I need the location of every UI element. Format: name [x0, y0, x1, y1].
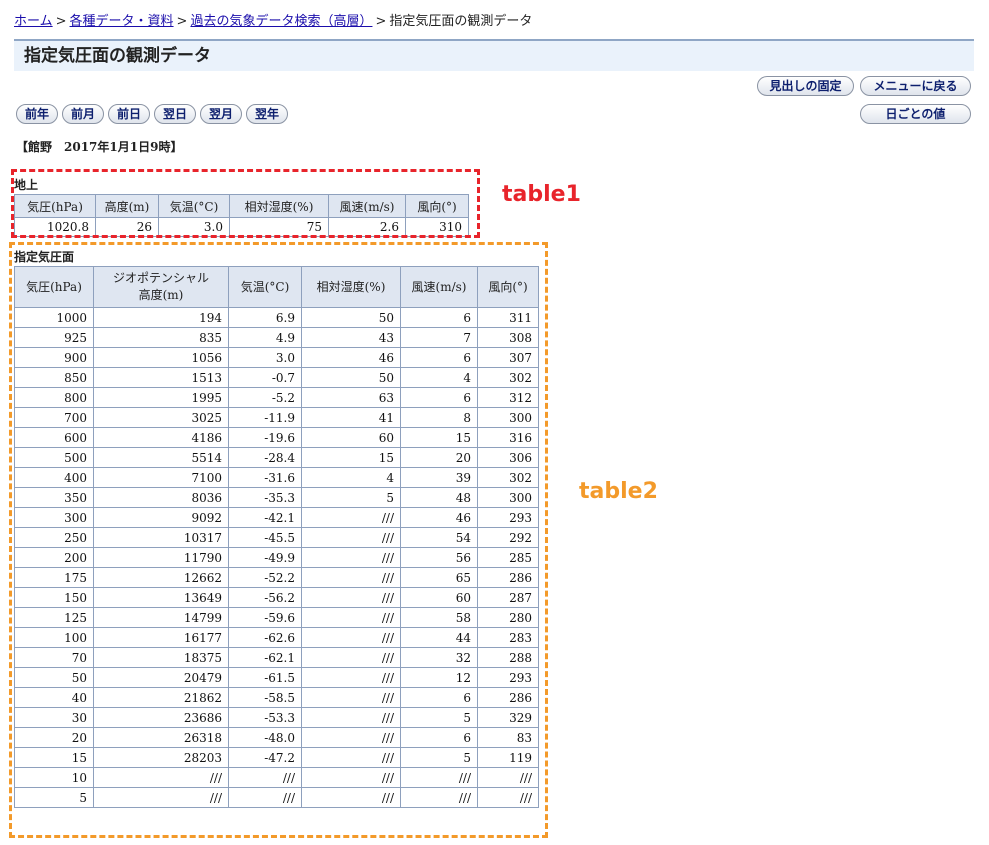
- table1-annotation-label: table1: [502, 182, 581, 207]
- prev-month-button[interactable]: 前月: [62, 104, 104, 124]
- breadcrumb-data-link[interactable]: 各種データ・資料: [70, 14, 174, 29]
- breadcrumb: ホーム > 各種データ・資料 > 過去の気象データ検索（高層） > 指定気圧面の観測データ: [14, 10, 532, 29]
- page-title: 指定気圧面の観測データ: [24, 46, 211, 66]
- prev-day-button[interactable]: 前日: [108, 104, 150, 124]
- prev-year-button[interactable]: 前年: [16, 104, 58, 124]
- breadcrumb-current: 指定気圧面の観測データ: [389, 14, 533, 29]
- station-datetime: 【館野 2017年1月1日9時】: [16, 140, 183, 154]
- breadcrumb-search-link[interactable]: 過去の気象データ検索（高層）: [190, 14, 372, 29]
- next-year-button[interactable]: 翌年: [246, 104, 288, 124]
- table2-annotation-box: [9, 242, 548, 838]
- daily-values-button[interactable]: 日ごとの値: [860, 104, 971, 124]
- title-bar: 指定気圧面の観測データ: [14, 39, 974, 71]
- table2-annotation-label: table2: [579, 479, 658, 504]
- fix-header-button[interactable]: 見出しの固定: [757, 76, 854, 96]
- next-day-button[interactable]: 翌日: [154, 104, 196, 124]
- next-month-button[interactable]: 翌月: [200, 104, 242, 124]
- breadcrumb-separator: >: [375, 14, 387, 29]
- breadcrumb-separator: >: [176, 14, 188, 29]
- table1-annotation-box: [11, 169, 480, 238]
- breadcrumb-separator: >: [55, 14, 67, 29]
- breadcrumb-home-link[interactable]: ホーム: [14, 14, 53, 29]
- back-to-menu-button[interactable]: メニューに戻る: [860, 76, 971, 96]
